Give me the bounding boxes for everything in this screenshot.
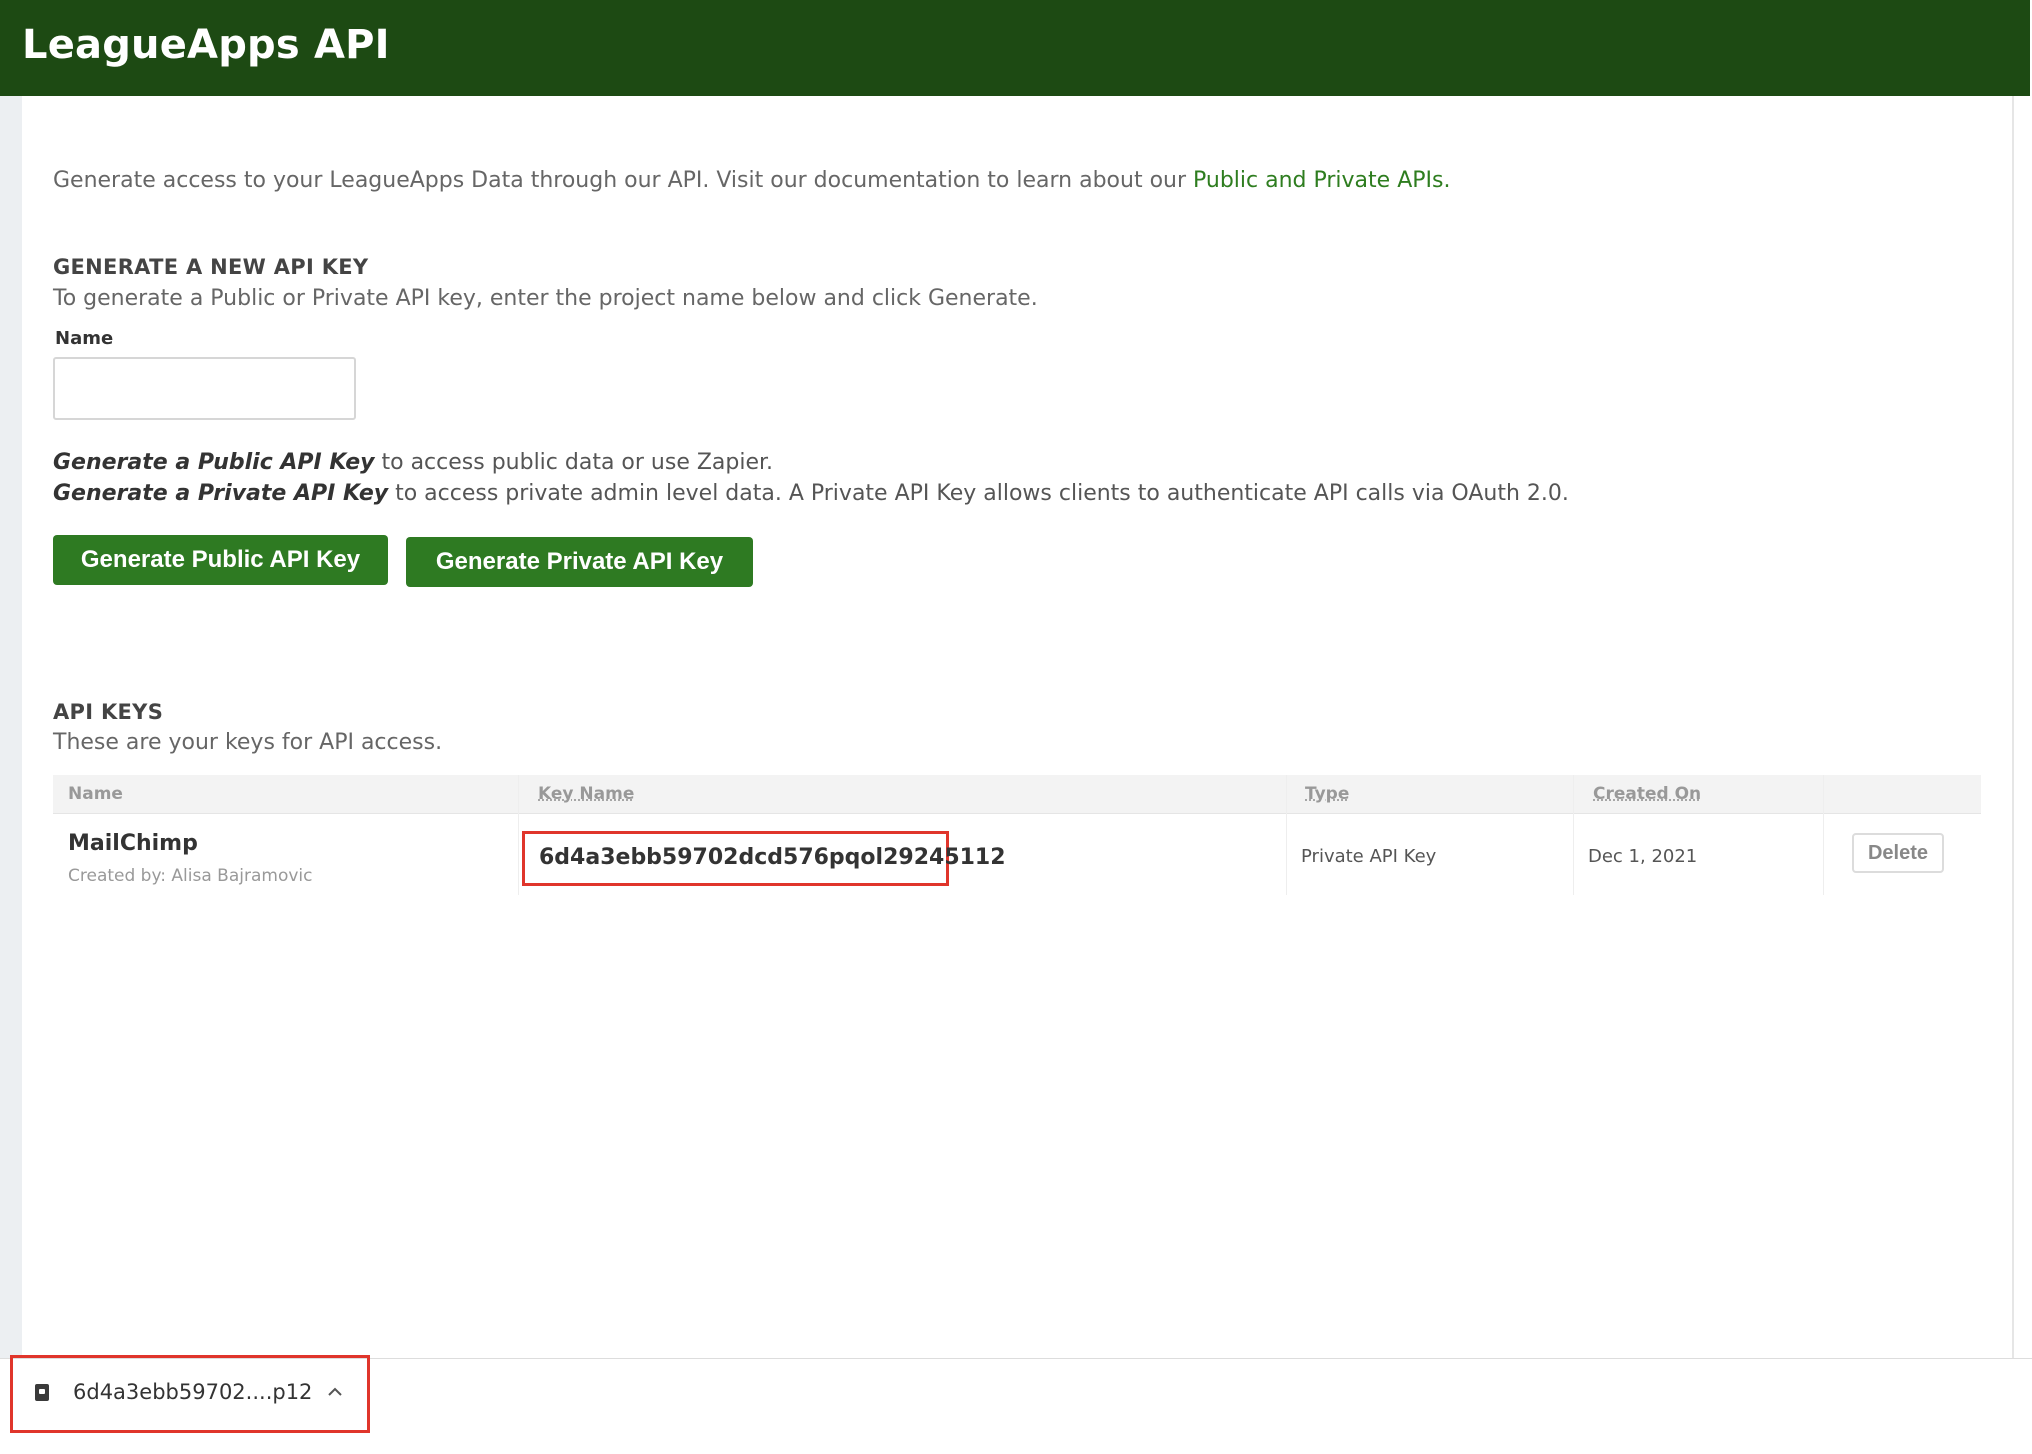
public-key-emphasis: Generate a Public API Key xyxy=(53,450,375,475)
page-title: LeagueApps API xyxy=(22,22,390,68)
private-key-emphasis: Generate a Private API Key xyxy=(53,481,389,506)
public-key-explanation-text: to access public data or use Zapier. xyxy=(374,450,774,475)
intro-text: Generate access to your LeagueApps Data … xyxy=(53,168,1450,193)
table-row: MailChimp Created by: Alisa Bajramovic 6… xyxy=(53,813,1981,895)
generate-private-key-button[interactable]: Generate Private API Key xyxy=(406,537,753,587)
key-name-highlight: 6d4a3ebb59702dcd576pqol29245112 xyxy=(522,831,1006,886)
left-sidebar-edge xyxy=(0,96,22,1358)
api-keys-section-description: These are your keys for API access. xyxy=(53,730,443,755)
column-header-created-on[interactable]: Created On xyxy=(1593,784,1701,804)
right-border xyxy=(2012,96,2014,1358)
key-created-by: Created by: Alisa Bajramovic xyxy=(68,866,313,886)
name-label: Name xyxy=(55,328,114,349)
file-icon xyxy=(35,1384,49,1401)
delete-key-button[interactable]: Delete xyxy=(1852,833,1944,873)
column-header-key-name[interactable]: Key Name xyxy=(538,784,634,804)
generate-section-description: To generate a Public or Private API key,… xyxy=(53,286,1038,311)
intro-body: Generate access to your LeagueApps Data … xyxy=(53,168,1194,193)
name-input[interactable] xyxy=(53,357,356,420)
column-header-type[interactable]: Type xyxy=(1305,784,1349,804)
public-key-explanation: Generate a Public API Key to access publ… xyxy=(53,450,773,475)
column-header-name: Name xyxy=(68,784,123,804)
chevron-up-icon[interactable] xyxy=(323,1380,347,1404)
private-key-explanation-text: to access private admin level data. A Pr… xyxy=(388,481,1569,506)
table-header: Name Key Name Type Created On xyxy=(53,775,1981,814)
download-item[interactable]: 6d4a3ebb59702....p12 xyxy=(10,1355,370,1433)
key-type: Private API Key xyxy=(1301,846,1437,867)
api-keys-table: Name Key Name Type Created On MailChimp … xyxy=(53,775,1981,895)
chevron-up-svg xyxy=(328,1387,342,1396)
download-file-name[interactable]: 6d4a3ebb59702....p12 xyxy=(73,1380,312,1404)
key-name-value: 6d4a3ebb59702dcd576pqol29245112 xyxy=(539,845,1006,870)
app-header: LeagueApps API xyxy=(0,0,2030,96)
private-key-explanation: Generate a Private API Key to access pri… xyxy=(53,481,1569,506)
generate-section-title: GENERATE A NEW API KEY xyxy=(53,255,369,279)
generate-public-key-button[interactable]: Generate Public API Key xyxy=(53,535,388,585)
api-page: LeagueApps API Generate access to your L… xyxy=(0,0,2032,1454)
docs-link[interactable]: Public and Private APIs. xyxy=(1193,168,1450,193)
key-created-on: Dec 1, 2021 xyxy=(1588,846,1698,867)
key-project-name: MailChimp xyxy=(68,831,198,856)
api-keys-section-title: API KEYS xyxy=(53,700,164,724)
